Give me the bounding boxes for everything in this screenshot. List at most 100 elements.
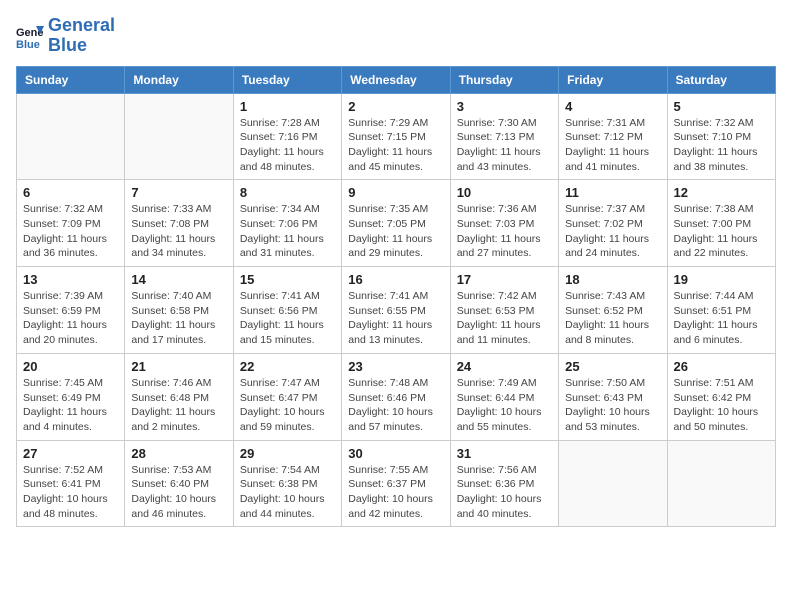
day-info: Sunrise: 7:51 AMSunset: 6:42 PMDaylight:…: [674, 376, 769, 435]
day-cell: 7Sunrise: 7:33 AMSunset: 7:08 PMDaylight…: [125, 180, 233, 267]
day-cell: 4 Sunrise: 7:31 AMSunset: 7:12 PMDaylight…: [559, 93, 667, 180]
day-cell: 12 Sunrise: 7:38 AMSunset: 7:00 PMDayligh…: [667, 180, 775, 267]
day-cell: 28 Sunrise: 7:53 AMSunset: 6:40 PMDayligh…: [125, 440, 233, 527]
logo-icon: General Blue: [16, 22, 44, 50]
day-info: Sunrise: 7:46 AMSunset: 6:48 PMDaylight:…: [131, 376, 226, 435]
day-cell: [559, 440, 667, 527]
day-header-wednesday: Wednesday: [342, 66, 450, 93]
week-row-5: 27Sunrise: 7:52 AMSunset: 6:41 PMDayligh…: [17, 440, 776, 527]
day-info: Sunrise: 7:50 AMSunset: 6:43 PMDaylight:…: [565, 376, 660, 435]
day-info: Sunrise: 7:34 AMSunset: 7:06 PMDaylight:…: [240, 202, 335, 261]
day-info: Sunrise: 7:38 AMSunset: 7:00 PMDaylight:…: [674, 202, 769, 261]
day-info: Sunrise: 7:35 AMSunset: 7:05 PMDaylight:…: [348, 202, 443, 261]
day-number: 12: [674, 185, 769, 200]
day-cell: 27Sunrise: 7:52 AMSunset: 6:41 PMDayligh…: [17, 440, 125, 527]
calendar-table: SundayMondayTuesdayWednesdayThursdayFrid…: [16, 66, 776, 528]
day-cell: 30Sunrise: 7:55 AMSunset: 6:37 PMDayligh…: [342, 440, 450, 527]
day-number: 3: [457, 99, 552, 114]
day-number: 15: [240, 272, 335, 287]
day-cell: 3 Sunrise: 7:30 AMSunset: 7:13 PMDaylight…: [450, 93, 558, 180]
logo: General Blue GeneralBlue: [16, 16, 115, 56]
day-info: Sunrise: 7:41 AMSunset: 6:56 PMDaylight:…: [240, 289, 335, 348]
day-cell: 10Sunrise: 7:36 AMSunset: 7:03 PMDayligh…: [450, 180, 558, 267]
day-header-thursday: Thursday: [450, 66, 558, 93]
day-cell: 5 Sunrise: 7:32 AMSunset: 7:10 PMDaylight…: [667, 93, 775, 180]
day-cell: 19Sunrise: 7:44 AMSunset: 6:51 PMDayligh…: [667, 267, 775, 354]
day-number: 1: [240, 99, 335, 114]
day-header-saturday: Saturday: [667, 66, 775, 93]
day-cell: 15 Sunrise: 7:41 AMSunset: 6:56 PMDayligh…: [233, 267, 341, 354]
day-cell: [125, 93, 233, 180]
day-cell: 2 Sunrise: 7:29 AMSunset: 7:15 PMDaylight…: [342, 93, 450, 180]
day-cell: 16Sunrise: 7:41 AMSunset: 6:55 PMDayligh…: [342, 267, 450, 354]
day-number: 27: [23, 446, 118, 461]
day-number: 26: [674, 359, 769, 374]
day-cell: 17Sunrise: 7:42 AMSunset: 6:53 PMDayligh…: [450, 267, 558, 354]
day-info: Sunrise: 7:32 AMSunset: 7:09 PMDaylight:…: [23, 202, 118, 261]
day-number: 11: [565, 185, 660, 200]
day-number: 18: [565, 272, 660, 287]
day-number: 6: [23, 185, 118, 200]
day-cell: 29Sunrise: 7:54 AMSunset: 6:38 PMDayligh…: [233, 440, 341, 527]
week-row-4: 20Sunrise: 7:45 AMSunset: 6:49 PMDayligh…: [17, 353, 776, 440]
day-info: Sunrise: 7:41 AMSunset: 6:55 PMDaylight:…: [348, 289, 443, 348]
day-info: Sunrise: 7:40 AMSunset: 6:58 PMDaylight:…: [131, 289, 226, 348]
day-info: Sunrise: 7:33 AMSunset: 7:08 PMDaylight:…: [131, 202, 226, 261]
day-cell: 6 Sunrise: 7:32 AMSunset: 7:09 PMDaylight…: [17, 180, 125, 267]
day-cell: 11 Sunrise: 7:37 AMSunset: 7:02 PMDayligh…: [559, 180, 667, 267]
day-number: 2: [348, 99, 443, 114]
header-row: SundayMondayTuesdayWednesdayThursdayFrid…: [17, 66, 776, 93]
day-cell: [667, 440, 775, 527]
day-cell: 23Sunrise: 7:48 AMSunset: 6:46 PMDayligh…: [342, 353, 450, 440]
day-cell: 26 Sunrise: 7:51 AMSunset: 6:42 PMDayligh…: [667, 353, 775, 440]
day-cell: 1 Sunrise: 7:28 AMSunset: 7:16 PMDaylight…: [233, 93, 341, 180]
day-cell: 9 Sunrise: 7:35 AMSunset: 7:05 PMDaylight…: [342, 180, 450, 267]
day-header-friday: Friday: [559, 66, 667, 93]
day-cell: 20Sunrise: 7:45 AMSunset: 6:49 PMDayligh…: [17, 353, 125, 440]
day-cell: 14 Sunrise: 7:40 AMSunset: 6:58 PMDayligh…: [125, 267, 233, 354]
logo-text: GeneralBlue: [48, 16, 115, 56]
day-info: Sunrise: 7:47 AMSunset: 6:47 PMDaylight:…: [240, 376, 335, 435]
week-row-2: 6 Sunrise: 7:32 AMSunset: 7:09 PMDaylight…: [17, 180, 776, 267]
week-row-1: 1 Sunrise: 7:28 AMSunset: 7:16 PMDaylight…: [17, 93, 776, 180]
day-number: 30: [348, 446, 443, 461]
day-info: Sunrise: 7:53 AMSunset: 6:40 PMDaylight:…: [131, 463, 226, 522]
day-number: 29: [240, 446, 335, 461]
day-number: 24: [457, 359, 552, 374]
day-number: 23: [348, 359, 443, 374]
day-header-sunday: Sunday: [17, 66, 125, 93]
day-number: 9: [348, 185, 443, 200]
day-info: Sunrise: 7:31 AMSunset: 7:12 PMDaylight:…: [565, 116, 660, 175]
day-header-tuesday: Tuesday: [233, 66, 341, 93]
day-number: 25: [565, 359, 660, 374]
day-info: Sunrise: 7:37 AMSunset: 7:02 PMDaylight:…: [565, 202, 660, 261]
day-cell: 25 Sunrise: 7:50 AMSunset: 6:43 PMDayligh…: [559, 353, 667, 440]
day-info: Sunrise: 7:43 AMSunset: 6:52 PMDaylight:…: [565, 289, 660, 348]
day-info: Sunrise: 7:56 AMSunset: 6:36 PMDaylight:…: [457, 463, 552, 522]
svg-text:Blue: Blue: [16, 39, 40, 50]
day-info: Sunrise: 7:30 AMSunset: 7:13 PMDaylight:…: [457, 116, 552, 175]
day-number: 28: [131, 446, 226, 461]
day-number: 19: [674, 272, 769, 287]
day-number: 14: [131, 272, 226, 287]
day-number: 4: [565, 99, 660, 114]
day-number: 5: [674, 99, 769, 114]
day-number: 8: [240, 185, 335, 200]
day-info: Sunrise: 7:45 AMSunset: 6:49 PMDaylight:…: [23, 376, 118, 435]
day-cell: 22 Sunrise: 7:47 AMSunset: 6:47 PMDayligh…: [233, 353, 341, 440]
day-cell: 18 Sunrise: 7:43 AMSunset: 6:52 PMDayligh…: [559, 267, 667, 354]
day-info: Sunrise: 7:42 AMSunset: 6:53 PMDaylight:…: [457, 289, 552, 348]
day-cell: 31Sunrise: 7:56 AMSunset: 6:36 PMDayligh…: [450, 440, 558, 527]
day-cell: 24 Sunrise: 7:49 AMSunset: 6:44 PMDayligh…: [450, 353, 558, 440]
day-info: Sunrise: 7:39 AMSunset: 6:59 PMDaylight:…: [23, 289, 118, 348]
day-cell: 8 Sunrise: 7:34 AMSunset: 7:06 PMDaylight…: [233, 180, 341, 267]
day-cell: 21Sunrise: 7:46 AMSunset: 6:48 PMDayligh…: [125, 353, 233, 440]
day-info: Sunrise: 7:36 AMSunset: 7:03 PMDaylight:…: [457, 202, 552, 261]
day-info: Sunrise: 7:29 AMSunset: 7:15 PMDaylight:…: [348, 116, 443, 175]
day-number: 22: [240, 359, 335, 374]
day-info: Sunrise: 7:32 AMSunset: 7:10 PMDaylight:…: [674, 116, 769, 175]
day-cell: 13Sunrise: 7:39 AMSunset: 6:59 PMDayligh…: [17, 267, 125, 354]
day-info: Sunrise: 7:49 AMSunset: 6:44 PMDaylight:…: [457, 376, 552, 435]
day-info: Sunrise: 7:28 AMSunset: 7:16 PMDaylight:…: [240, 116, 335, 175]
day-header-monday: Monday: [125, 66, 233, 93]
